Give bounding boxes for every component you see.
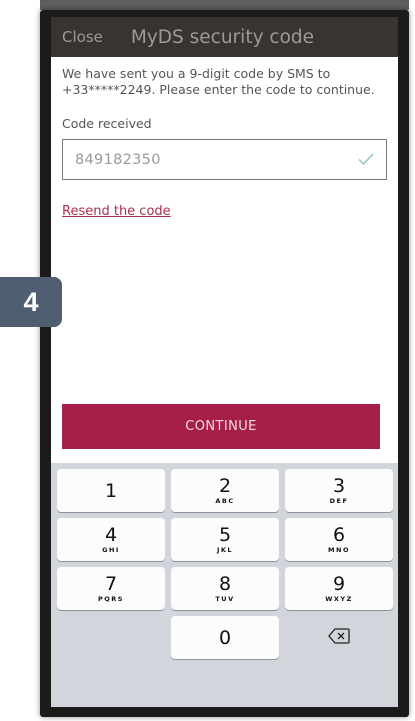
key-digit: 5 — [218, 524, 232, 546]
key-3[interactable]: 3 DEF — [285, 469, 393, 512]
key-digit: 8 — [218, 573, 232, 595]
key-letters: TUV — [215, 595, 235, 603]
key-1[interactable]: 1 — [57, 469, 165, 512]
key-digit: 2 — [218, 475, 232, 497]
code-input-value[interactable]: 849182350 — [75, 152, 358, 168]
key-digit: 7 — [104, 573, 118, 595]
key-0[interactable]: 0 — [171, 616, 279, 659]
key-digit: 0 — [218, 626, 232, 649]
key-2[interactable]: 2 ABC — [171, 469, 279, 512]
key-digit: 6 — [332, 524, 346, 546]
close-button[interactable]: Close — [62, 28, 103, 46]
key-digit: 1 — [104, 479, 118, 502]
step-badge: 4 — [0, 277, 62, 327]
top-strip — [40, 0, 409, 10]
phone-screen: Close MyDS security code We have sent yo… — [51, 17, 398, 707]
key-letters: JKL — [216, 546, 234, 554]
page-title: MyDS security code — [130, 26, 315, 48]
check-icon — [358, 149, 374, 170]
key-letters: MNO — [328, 546, 350, 554]
key-letters: PQRS — [98, 595, 124, 603]
continue-button[interactable]: CONTINUE — [62, 404, 380, 449]
key-7[interactable]: 7 PQRS — [57, 567, 165, 610]
phone-frame: Close MyDS security code We have sent yo… — [40, 10, 409, 717]
key-8[interactable]: 8 TUV — [171, 567, 279, 610]
sms-info-text: We have sent you a 9-digit code by SMS t… — [62, 66, 375, 97]
key-letters: ABC — [215, 497, 235, 505]
key-digit: 3 — [332, 475, 346, 497]
key-letters: DEF — [329, 497, 349, 505]
numeric-keypad: 1 2 ABC 3 DEF 4 GHI 5 JKL 6 MNO 7 PQRS 8… — [51, 463, 398, 707]
key-letters: WXYZ — [325, 595, 353, 603]
key-6[interactable]: 6 MNO — [285, 518, 393, 561]
key-digit: 9 — [332, 573, 346, 595]
backspace-icon — [328, 627, 350, 648]
key-digit: 4 — [104, 524, 118, 546]
key-5[interactable]: 5 JKL — [171, 518, 279, 561]
code-input[interactable]: 849182350 — [62, 139, 387, 180]
backspace-key[interactable] — [285, 616, 393, 659]
code-field-label: Code received — [62, 116, 152, 131]
key-9[interactable]: 9 WXYZ — [285, 567, 393, 610]
resend-code-link[interactable]: Resend the code — [62, 204, 171, 219]
key-letters: GHI — [102, 546, 120, 554]
key-4[interactable]: 4 GHI — [57, 518, 165, 561]
app-header: Close MyDS security code — [51, 17, 398, 57]
